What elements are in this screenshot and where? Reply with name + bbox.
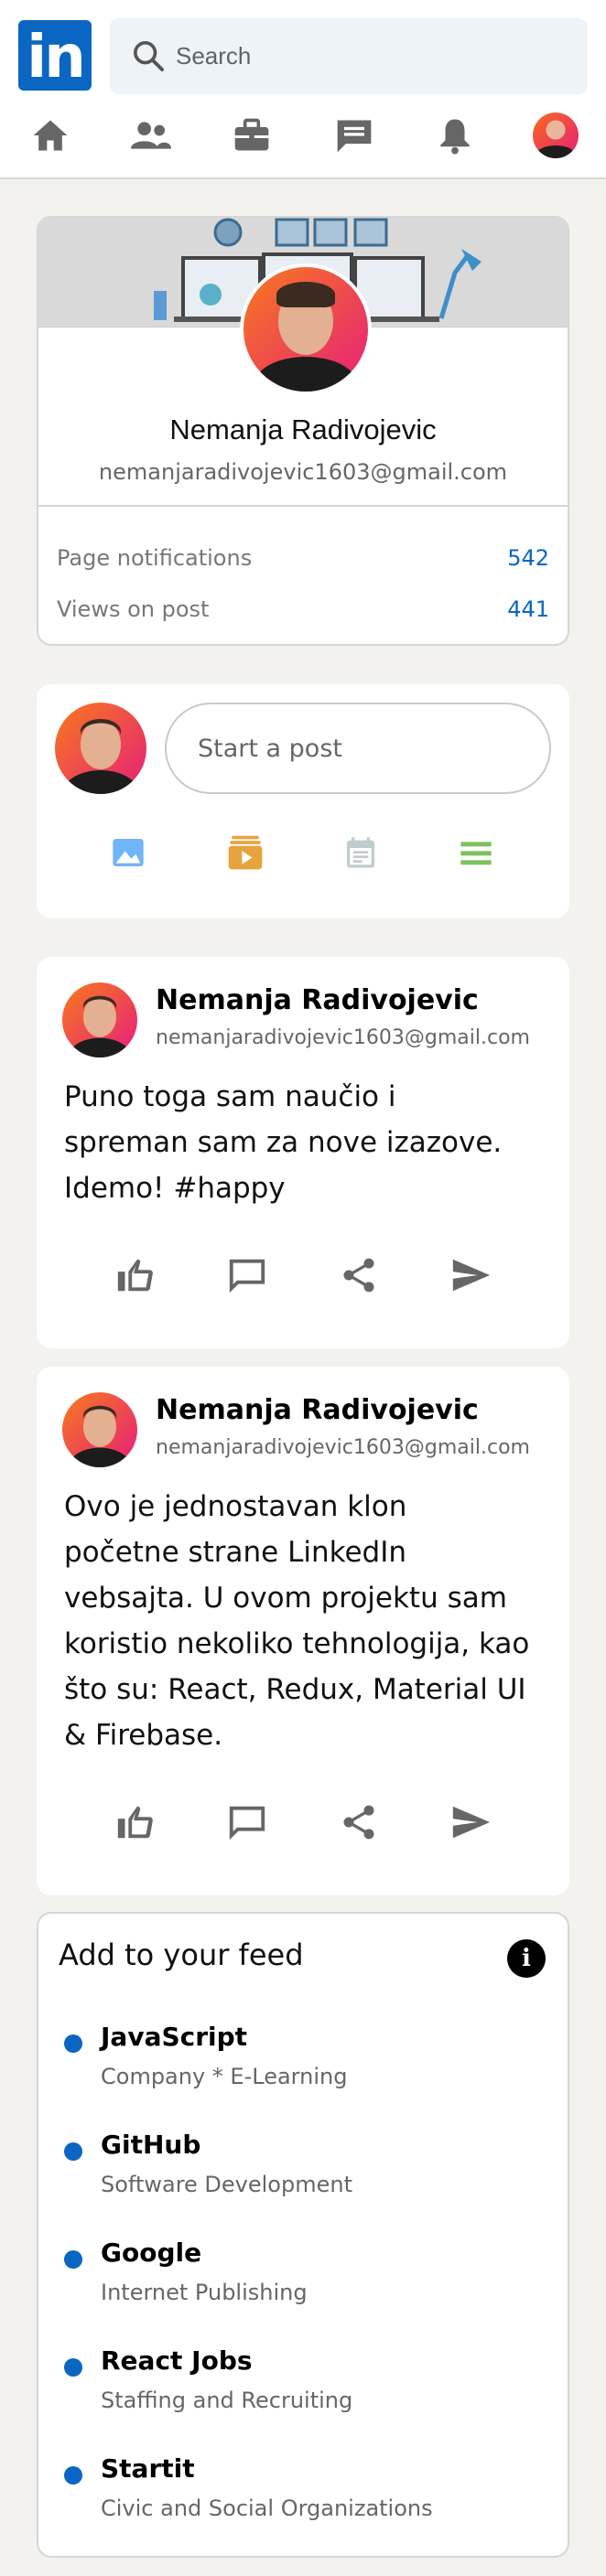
stat-value: 542 xyxy=(507,545,549,571)
feed-suggestion[interactable]: Google Internet Publishing xyxy=(64,2238,546,2320)
suggestion-desc: Software Development xyxy=(101,2172,352,2197)
suggestion-desc: Staffing and Recruiting xyxy=(101,2388,353,2413)
suggestion-name: JavaScript xyxy=(101,2022,248,2052)
comment-icon[interactable] xyxy=(223,1251,271,1299)
stat-label: Views on post xyxy=(57,596,210,622)
search-bar[interactable] xyxy=(110,18,588,94)
suggestion-name: Startit xyxy=(101,2453,195,2484)
notifications-icon[interactable] xyxy=(429,110,481,161)
add-to-feed-card: Add to your feed i JavaScript Company * … xyxy=(37,1912,569,2558)
like-icon[interactable] xyxy=(112,1251,159,1299)
like-icon[interactable] xyxy=(112,1798,159,1846)
photo-icon[interactable] xyxy=(106,831,150,875)
video-icon[interactable] xyxy=(223,831,267,875)
post-text-line: što su: React, Redux, Material UI xyxy=(64,1673,526,1706)
suggestion-name: Google xyxy=(101,2238,202,2268)
top-header: in xyxy=(0,0,606,179)
post-author-email: nemanjaradivojevic1603@gmail.com xyxy=(156,1026,530,1049)
post-author-name[interactable]: Nemanja Radivojevic xyxy=(156,1394,479,1426)
stat-value: 441 xyxy=(507,596,549,622)
post-author-avatar[interactable] xyxy=(62,982,137,1057)
post-text-line: početne strane LinkedIn xyxy=(64,1536,407,1569)
feed-suggestion[interactable]: React Jobs Staffing and Recruiting xyxy=(64,2345,546,2428)
suggestion-desc: Internet Publishing xyxy=(101,2280,308,2305)
profile-email: nemanjaradivojevic1603@gmail.com xyxy=(98,459,508,485)
send-icon[interactable] xyxy=(447,1798,494,1846)
top-nav xyxy=(0,108,606,163)
suggestion-desc: Company * E-Learning xyxy=(101,2064,348,2089)
post-text-line: vebsajta. U ovom projektu sam xyxy=(64,1582,507,1615)
profile-card: Nemanja Radivojevic nemanjaradivojevic16… xyxy=(37,216,569,646)
feed-suggestion[interactable]: GitHub Software Development xyxy=(64,2130,546,2212)
jobs-icon[interactable] xyxy=(226,110,277,161)
post-text-line: Idemo! #happy xyxy=(64,1172,286,1205)
send-icon[interactable] xyxy=(447,1251,494,1299)
feed-post: Nemanja Radivojevic nemanjaradivojevic16… xyxy=(37,1367,569,1895)
post-text-line: koristio nekoliko tehnologija, kao xyxy=(64,1627,530,1660)
share-icon[interactable] xyxy=(335,1798,383,1846)
linkedin-logo[interactable]: in xyxy=(18,20,92,91)
home-icon[interactable] xyxy=(25,110,76,161)
suggestion-desc: Civic and Social Organizations xyxy=(101,2496,433,2521)
stat-page-notifications[interactable]: Page notifications 542 xyxy=(57,545,549,582)
info-icon[interactable]: i xyxy=(507,1939,546,1978)
start-post-button[interactable]: Start a post xyxy=(165,703,551,794)
search-input[interactable] xyxy=(176,35,560,77)
post-text-line: Puno toga sam naučio i xyxy=(64,1080,396,1113)
post-text-line: Ovo je jednostavan klon xyxy=(64,1490,407,1523)
me-avatar[interactable] xyxy=(530,110,581,161)
search-icon xyxy=(134,41,164,71)
post-text: Puno toga sam naučio i spreman sam za no… xyxy=(64,1074,542,1211)
share-box: Start a post xyxy=(37,684,569,918)
bullet-icon xyxy=(64,2466,82,2485)
post-text-line: spreman sam za nove izazove. xyxy=(64,1126,503,1159)
feed-post: Nemanja Radivojevic nemanjaradivojevic16… xyxy=(37,957,569,1348)
bullet-icon xyxy=(64,2142,82,2161)
article-icon[interactable] xyxy=(454,831,498,875)
event-icon[interactable] xyxy=(339,831,383,875)
share-icon[interactable] xyxy=(335,1251,383,1299)
comment-icon[interactable] xyxy=(223,1798,271,1846)
bullet-icon xyxy=(64,2034,82,2053)
post-author-avatar[interactable] xyxy=(62,1392,137,1467)
feed-title: Add to your feed xyxy=(59,1937,304,1972)
network-icon[interactable] xyxy=(125,110,177,161)
feed-suggestion[interactable]: Startit Civic and Social Organizations xyxy=(64,2453,546,2536)
post-author-email: nemanjaradivojevic1603@gmail.com xyxy=(156,1436,530,1459)
post-text: Ovo je jednostavan klon početne strane L… xyxy=(64,1484,542,1758)
feed-suggestion[interactable]: JavaScript Company * E-Learning xyxy=(64,2022,546,2104)
share-avatar xyxy=(55,703,146,794)
stat-views-on-post[interactable]: Views on post 441 xyxy=(57,596,549,633)
bullet-icon xyxy=(64,2358,82,2377)
suggestion-name: GitHub xyxy=(101,2130,201,2160)
logo-text: in xyxy=(27,24,86,91)
post-text-line: & Firebase. xyxy=(64,1719,223,1752)
messaging-icon[interactable] xyxy=(329,110,380,161)
divider xyxy=(38,505,568,507)
post-author-name[interactable]: Nemanja Radivojevic xyxy=(156,984,479,1016)
profile-name[interactable]: Nemanja Radivojevic xyxy=(38,413,568,446)
bullet-icon xyxy=(64,2250,82,2269)
profile-avatar[interactable] xyxy=(240,263,372,395)
suggestion-name: React Jobs xyxy=(101,2345,253,2376)
stat-label: Page notifications xyxy=(57,545,253,571)
